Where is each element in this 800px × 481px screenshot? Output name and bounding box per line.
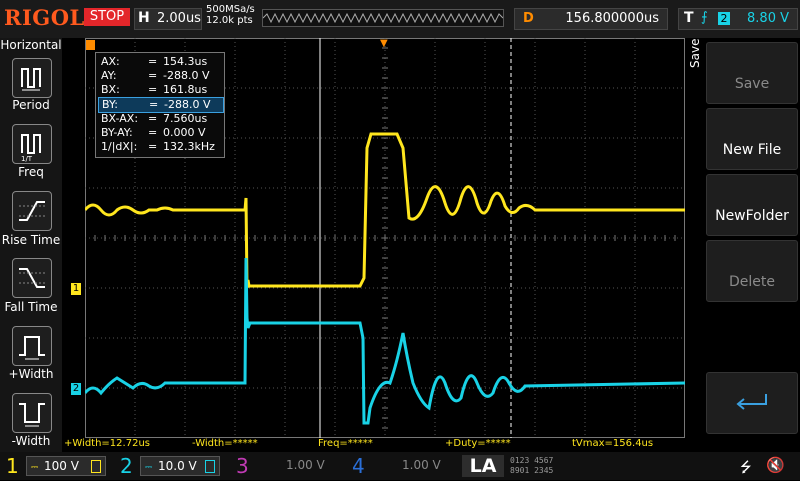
rise-time-button[interactable] — [12, 191, 52, 231]
delay-box[interactable]: D 156.800000us — [514, 8, 668, 30]
channel-bar: 1 ⎓ 100 V 2 ⎓ 10.0 V 3 1.00 V 4 1.00 V L… — [0, 452, 800, 480]
ch3-status[interactable]: 3 1.00 V — [230, 452, 342, 480]
la-digits-row: 8901 2345 — [510, 466, 554, 475]
impedance-icon — [205, 460, 215, 473]
fall-time-label: Fall Time — [4, 300, 58, 314]
ch3-number: 3 — [236, 454, 249, 478]
trigger-box[interactable]: T ⨍ 2 8.80 V — [678, 8, 798, 30]
freq-icon: 1/T — [21, 134, 41, 163]
enter-button[interactable] — [706, 372, 798, 434]
trigger-key: T — [684, 10, 694, 26]
memory-overview-bar[interactable] — [262, 9, 504, 27]
new-file-label: New File — [722, 142, 782, 158]
delete-label: Delete — [729, 274, 775, 290]
ch4-status[interactable]: 4 1.00 V — [346, 452, 458, 480]
neg-width-button[interactable] — [12, 393, 52, 433]
ch1-scale: 100 V — [44, 459, 79, 473]
save-button-label: Save — [734, 76, 770, 92]
memory-overview-wave — [262, 12, 504, 24]
freq-button[interactable]: 1/T — [12, 124, 52, 164]
brand-logo: RIGOL — [4, 5, 85, 30]
acquisition-info: 500MSa/s 12.0k pts — [206, 4, 255, 26]
trigger-slope-icon: ⨍ — [701, 10, 708, 25]
trigger-position-marker-icon: ▼ — [380, 38, 388, 49]
measure-menu: Horizontal Period 1/T Freq Rise Time Fal… — [0, 38, 62, 456]
la-channel-indicator: 0123 4567 8901 2345 — [510, 456, 598, 476]
timebase-box[interactable]: H 2.00us — [134, 8, 202, 30]
la-digits-row: 0123 4567 — [510, 456, 554, 465]
cursor-row: AY: = -288.0 V — [101, 69, 210, 82]
trigger-source: 2 — [718, 12, 730, 25]
cursor-row: AX: = 154.3us — [101, 55, 208, 68]
usb-icon: ⭍ — [740, 460, 752, 476]
measure-freq[interactable]: Freq=***** — [318, 438, 373, 449]
ch2-scale: 10.0 V — [158, 459, 197, 473]
horizontal-key: H — [138, 10, 150, 26]
delay-value: 156.800000us — [565, 11, 659, 26]
rise-time-icon — [19, 201, 45, 221]
measure-pos-duty[interactable]: +Duty=***** — [445, 438, 511, 449]
cursor-readout: AX: = 154.3us AY: = -288.0 V BX: = 161.8us BY:… — [95, 52, 225, 158]
period-label: Period — [12, 98, 50, 112]
impedance-icon — [91, 460, 101, 473]
neg-width-icon — [19, 403, 45, 427]
measure-menu-title: Horizontal — [0, 38, 62, 52]
new-file-button[interactable]: New File — [706, 108, 798, 170]
fall-time-icon — [19, 268, 45, 288]
ch2-status[interactable]: 2 ⎓ 10.0 V — [116, 452, 228, 480]
cursor-readout-marker-icon — [86, 40, 95, 50]
ch4-number: 4 — [352, 454, 365, 478]
freq-label: Freq — [18, 165, 44, 179]
sample-rate: 500MSa/s — [206, 4, 255, 15]
memory-depth: 12.0k pts — [206, 15, 253, 26]
run-stop-status[interactable]: STOP — [84, 8, 130, 26]
ch4-scale: 1.00 V — [402, 458, 441, 472]
measure-tvmax[interactable]: tVmax=156.4us — [572, 438, 653, 449]
enter-icon — [736, 394, 767, 410]
trigger-level: 8.80 V — [747, 11, 789, 26]
save-menu-title: Save — [688, 38, 702, 68]
pos-width-label: +Width — [8, 367, 54, 381]
pos-width-icon — [19, 336, 45, 360]
delay-key: D — [523, 11, 534, 26]
cursor-row: BX-AX: = 7.560us — [101, 112, 208, 125]
save-menu: Save Save New File NewFolder Delete — [686, 38, 800, 456]
save-menu-tab: Save — [686, 38, 706, 456]
dc-coupling-icon: ⎓ — [145, 463, 153, 473]
new-folder-label: NewFolder — [715, 208, 789, 224]
ch1-status[interactable]: 1 ⎓ 100 V — [0, 452, 112, 480]
fall-time-button[interactable] — [12, 258, 52, 298]
ch2-marker-label[interactable]: 2 — [71, 383, 81, 395]
measure-pos-width[interactable]: +Width=12.72us — [64, 438, 150, 449]
timebase-value: 2.00us — [157, 11, 201, 26]
ch2-number: 2 — [120, 454, 133, 478]
new-folder-button[interactable]: NewFolder — [706, 174, 798, 236]
period-icon — [21, 68, 41, 91]
la-button[interactable]: LA — [462, 455, 504, 477]
cursor-row-selected[interactable]: BY: = -288.0 V — [98, 97, 224, 113]
ch1-number: 1 — [6, 454, 19, 478]
delete-button[interactable]: Delete — [706, 240, 798, 302]
pos-width-button[interactable] — [12, 326, 52, 366]
cursor-row: BX: = 161.8us — [101, 83, 208, 96]
dc-coupling-icon: ⎓ — [31, 463, 39, 473]
ch3-scale: 1.00 V — [286, 458, 325, 472]
rise-time-label: Rise Time — [1, 233, 61, 247]
period-button[interactable] — [12, 58, 52, 98]
measurement-strip: +Width=12.72us -Width=***** Freq=***** +… — [62, 437, 686, 451]
save-button[interactable]: Save — [706, 42, 798, 104]
cursor-row: 1/|dX|: = 132.3kHz — [101, 140, 215, 153]
cursor-row: BY-AY: = 0.000 V — [101, 126, 206, 139]
neg-width-label: -Width — [11, 434, 51, 448]
ch1-marker-label[interactable]: 1 — [71, 283, 81, 295]
measure-neg-width[interactable]: -Width=***** — [192, 438, 258, 449]
svg-text:1/T: 1/T — [21, 155, 33, 163]
speaker-mute-icon[interactable]: 🔇 — [766, 456, 785, 474]
